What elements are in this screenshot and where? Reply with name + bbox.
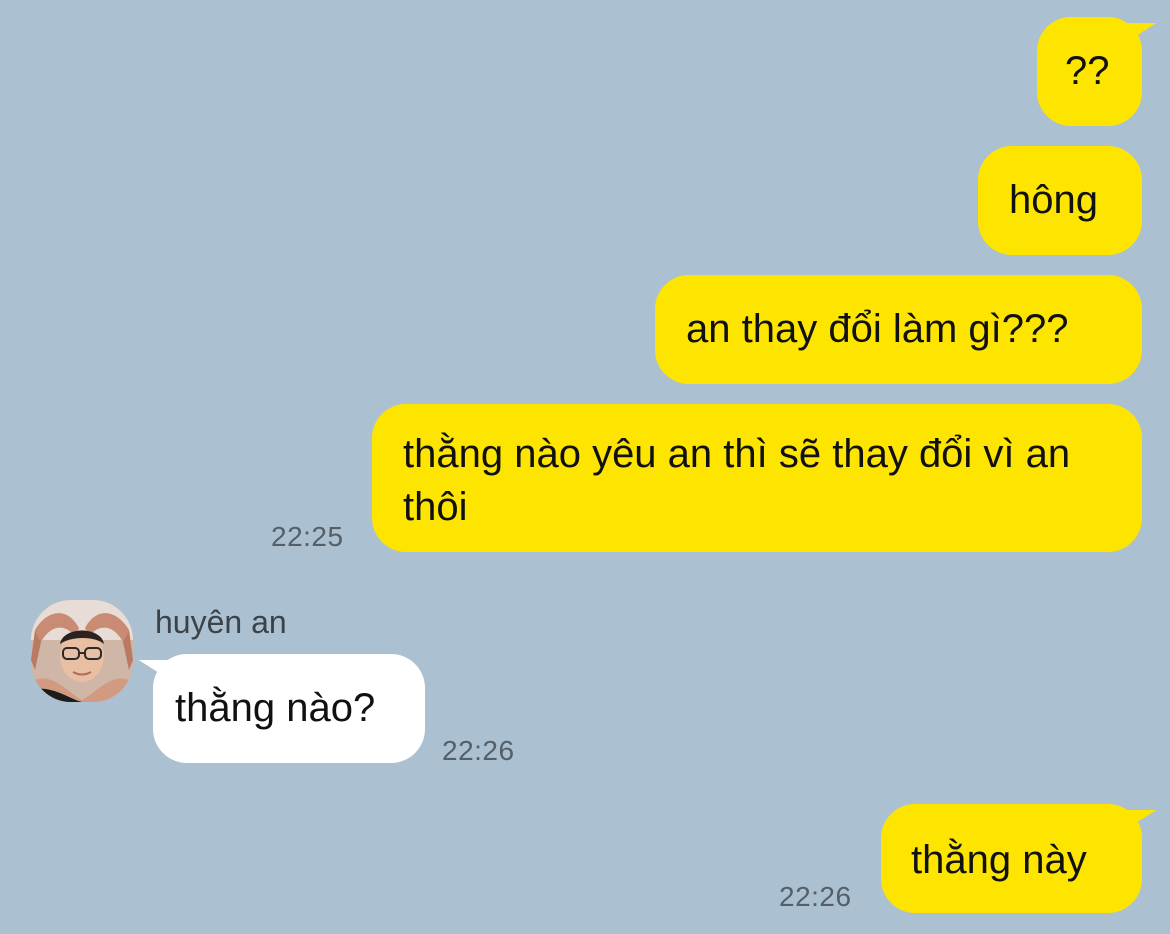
sent-message-bubble[interactable]: an thay đổi làm gì???: [655, 275, 1142, 384]
message-timestamp: 22:26: [442, 735, 515, 766]
message-text: thằng này: [911, 838, 1087, 882]
bubble-tail: [1121, 23, 1157, 45]
message-text: thằng nào?: [175, 686, 376, 730]
sent-message-bubble[interactable]: thằng này: [881, 804, 1157, 913]
sender-avatar[interactable]: [31, 600, 133, 702]
chat-area[interactable]: ?? hông an thay đổi làm gì??? thằng nào …: [0, 0, 1170, 934]
message-text: ??: [1065, 49, 1110, 93]
message-text: thằng nào yêu an thì sẽ thay đổi vì an t…: [403, 432, 1071, 529]
avatar-photo-icon: [31, 600, 133, 702]
message-text: an thay đổi làm gì???: [686, 307, 1069, 351]
sent-message-bubble[interactable]: thằng nào yêu an thì sẽ thay đổi vì an t…: [372, 404, 1142, 552]
message-text: hông: [1009, 178, 1098, 222]
bubble-tail: [138, 660, 174, 682]
received-message-bubble[interactable]: thằng nào?: [138, 654, 425, 763]
message-timestamp: 22:25: [271, 521, 344, 552]
sent-message-bubble[interactable]: hông: [978, 146, 1142, 255]
message-timestamp: 22:26: [779, 881, 852, 912]
bubble-tail: [1121, 810, 1157, 832]
sent-message-bubble[interactable]: ??: [1037, 17, 1157, 126]
sender-name: huyên an: [155, 604, 287, 640]
